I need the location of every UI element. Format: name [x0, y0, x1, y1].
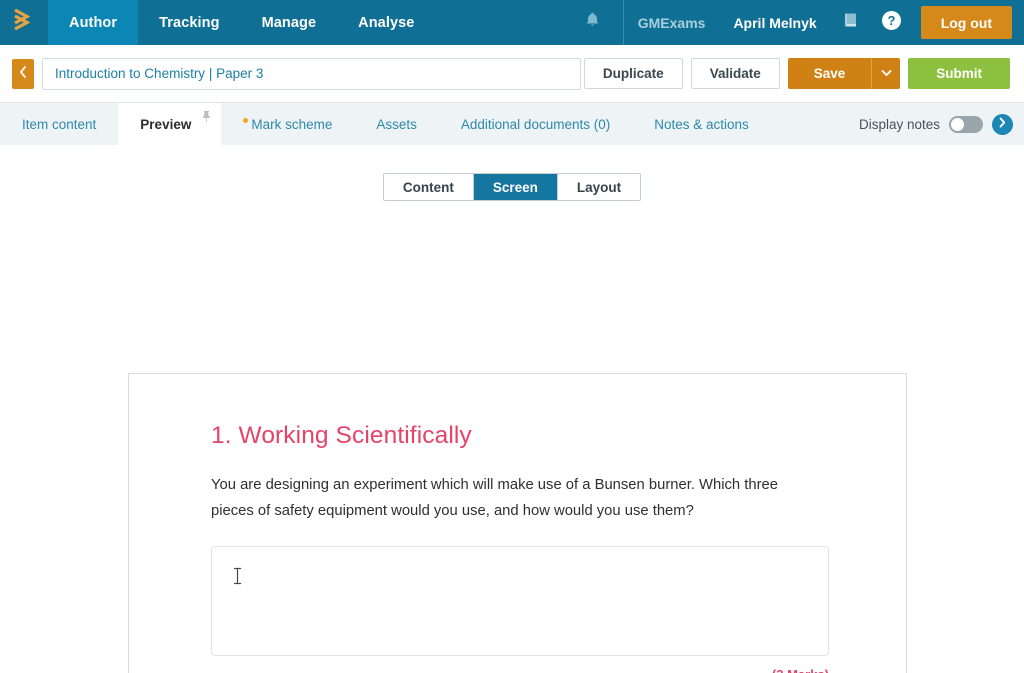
chevron-left-icon — [19, 66, 27, 81]
book-button[interactable] — [831, 0, 870, 45]
org-label: GMExams — [637, 14, 706, 31]
view-mode-screen[interactable]: Screen — [473, 174, 558, 200]
top-navigation-bar: Author Tracking Manage Analyse GMExams A… — [0, 0, 1024, 45]
tab-label: Assets — [376, 116, 417, 132]
view-mode-content[interactable]: Content — [383, 174, 474, 200]
chevron-right-circle-icon — [998, 115, 1007, 133]
user-label: April Melnyk — [733, 14, 817, 31]
segment-label: Content — [402, 179, 454, 195]
save-split-button: Save — [787, 58, 901, 89]
save-button[interactable]: Save — [787, 58, 873, 89]
view-mode-layout[interactable]: Layout — [557, 174, 641, 200]
pushpin-icon[interactable] — [202, 110, 211, 126]
segment-label: Layout — [576, 179, 622, 195]
view-mode-switch: Content Screen Layout — [0, 145, 1024, 201]
organisation-name[interactable]: GMExams — [624, 0, 720, 45]
nav-label: Author — [69, 14, 118, 31]
toggle-knob — [951, 117, 964, 131]
notification-bell-icon — [584, 11, 601, 34]
primary-nav: Author Tracking Manage Analyse — [48, 0, 435, 45]
tab-bar-right-cluster: Display notes — [859, 103, 1024, 145]
validate-button[interactable]: Validate — [690, 58, 780, 89]
tab-label: Mark scheme — [251, 116, 333, 132]
svg-text:?: ? — [887, 13, 895, 28]
tab-notes-actions[interactable]: Notes & actions — [632, 103, 771, 145]
chevron-logo-icon — [11, 7, 37, 38]
segmented-control: Content Screen Layout — [382, 173, 642, 201]
tab-label: Preview — [140, 116, 192, 132]
tab-mark-scheme[interactable]: Mark scheme — [221, 103, 354, 145]
tab-label: Notes & actions — [654, 116, 749, 132]
nav-label: Analyse — [358, 14, 415, 31]
nav-item-manage[interactable]: Manage — [241, 0, 338, 45]
toolbar-actions: Duplicate Validate Save Submit — [583, 58, 1010, 89]
text-ibeam-cursor — [232, 567, 243, 590]
item-toolbar: Duplicate Validate Save Submit — [0, 45, 1024, 103]
duplicate-button[interactable]: Duplicate — [583, 58, 683, 89]
tab-preview[interactable]: Preview — [118, 103, 222, 145]
display-notes-toggle[interactable] — [949, 115, 983, 133]
logout-label: Log out — [940, 14, 992, 31]
nav-label: Tracking — [159, 14, 220, 31]
help-question-icon: ? — [881, 10, 902, 36]
answer-textarea[interactable] — [211, 546, 829, 656]
question-heading: 1. Working Scientifically — [211, 422, 472, 449]
segment-label: Screen — [492, 179, 538, 195]
question-preview-card: 1. Working Scientifically You are design… — [128, 373, 907, 673]
logout-button[interactable]: Log out — [920, 6, 1012, 39]
nav-item-tracking[interactable]: Tracking — [138, 0, 240, 45]
marks-label: (3 Marks) — [211, 667, 829, 673]
help-button[interactable]: ? — [870, 0, 913, 45]
nav-item-author[interactable]: Author — [48, 0, 139, 45]
nav-label: Manage — [261, 14, 317, 31]
display-notes-label: Display notes — [858, 116, 940, 132]
item-title-input[interactable] — [42, 57, 581, 90]
book-icon — [842, 11, 859, 34]
tab-item-content[interactable]: Item content — [0, 103, 118, 145]
question-body-text: You are designing an experiment which wi… — [211, 477, 778, 519]
tab-label: Additional documents (0) — [460, 116, 611, 132]
user-name[interactable]: April Melnyk — [719, 0, 830, 45]
tab-additional-documents[interactable]: Additional documents (0) — [439, 103, 632, 145]
notifications-button[interactable] — [566, 0, 624, 45]
top-nav-right-cluster: GMExams April Melnyk ? Log out — [566, 0, 1024, 45]
app-logo[interactable] — [0, 0, 48, 45]
duplicate-label: Duplicate — [602, 66, 664, 81]
submit-label: Submit — [936, 66, 982, 81]
back-button[interactable] — [12, 58, 34, 89]
save-label: Save — [813, 66, 846, 81]
tab-label: Item content — [22, 116, 97, 132]
validate-label: Validate — [709, 66, 761, 81]
expand-panel-button[interactable] — [992, 113, 1013, 135]
unsaved-indicator-dot — [243, 118, 249, 123]
submit-button[interactable]: Submit — [908, 58, 1010, 89]
preview-main-area: Content Screen Layout 1. Working Scienti… — [0, 145, 1024, 673]
chevron-down-icon — [881, 68, 892, 80]
question-content: 1. Working Scientifically You are design… — [129, 374, 906, 673]
nav-item-analyse[interactable]: Analyse — [337, 0, 435, 45]
item-tab-bar: Item content Preview Mark scheme Assets … — [0, 103, 1024, 145]
save-dropdown-button[interactable] — [872, 58, 901, 89]
tab-assets[interactable]: Assets — [354, 103, 439, 145]
